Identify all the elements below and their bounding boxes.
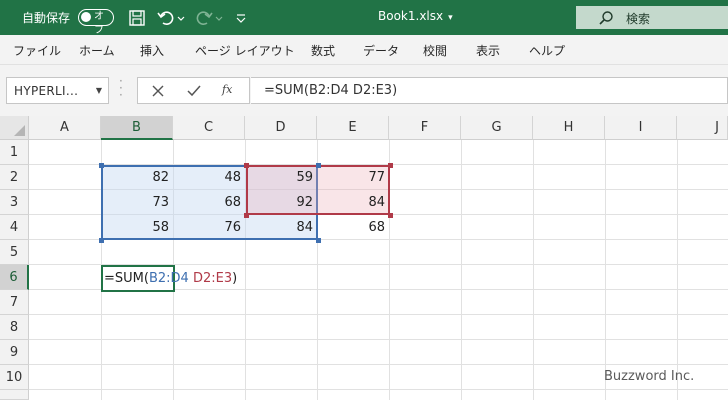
undo-icon[interactable] xyxy=(156,8,176,28)
worksheet-grid[interactable]: 82 48 59 77 73 68 92 84 58 76 84 68 =SUM… xyxy=(29,140,728,400)
redo-icon xyxy=(196,11,213,25)
cell-c3[interactable]: 68 xyxy=(173,190,245,215)
undo-dropdown-icon[interactable] xyxy=(176,8,186,28)
row-header-1[interactable]: 1 xyxy=(0,140,29,165)
cell-e2[interactable]: 77 xyxy=(317,165,389,190)
cancel-icon[interactable] xyxy=(150,83,166,99)
row-header-6[interactable]: 6 xyxy=(0,265,29,290)
formula-function-text: =SUM( xyxy=(104,271,149,286)
tab-formulas[interactable]: 数式 xyxy=(311,42,335,59)
grid-line xyxy=(533,140,534,400)
cell-e4[interactable]: 68 xyxy=(317,215,389,240)
formula-bar-area: HYPERLI... ▼ · · · fx =SUM(B2:D4 D2:E3) xyxy=(0,65,728,116)
grid-line xyxy=(29,314,728,315)
tab-data[interactable]: データ xyxy=(363,42,399,59)
column-header-b[interactable]: B xyxy=(101,116,173,140)
column-header-g[interactable]: G xyxy=(461,116,533,140)
select-all-icon xyxy=(14,125,25,136)
column-header-e[interactable]: E xyxy=(317,116,389,140)
tab-view[interactable]: 表示 xyxy=(476,42,500,59)
row-header-3[interactable]: 3 xyxy=(0,190,29,215)
column-header-a[interactable]: A xyxy=(29,116,101,140)
formula-buttons: fx xyxy=(137,77,250,104)
cell-d3[interactable]: 92 xyxy=(245,190,317,215)
row-header-5[interactable]: 5 xyxy=(0,240,29,265)
tab-review[interactable]: 校閲 xyxy=(423,42,447,59)
cell-c2[interactable]: 48 xyxy=(173,165,245,190)
grid-line xyxy=(605,140,606,400)
tab-file[interactable]: ファイル xyxy=(13,42,61,59)
row-header-2[interactable]: 2 xyxy=(0,165,29,190)
row-header-11[interactable] xyxy=(0,390,29,400)
title-bar: 自動保存 オフ Book1.xlsx ▾ 検索 xyxy=(0,0,728,36)
column-header-d[interactable]: D xyxy=(245,116,317,140)
select-all-button[interactable] xyxy=(0,116,29,140)
grid-line xyxy=(29,364,728,365)
customize-qat-icon[interactable] xyxy=(234,8,248,28)
enter-check-icon[interactable] xyxy=(186,83,202,99)
column-header-i[interactable]: I xyxy=(605,116,677,140)
row-header-8[interactable]: 8 xyxy=(0,315,29,340)
column-header-h[interactable]: H xyxy=(533,116,605,140)
cell-e3[interactable]: 84 xyxy=(317,190,389,215)
row-header-7[interactable]: 7 xyxy=(0,290,29,315)
row-header-9[interactable]: 9 xyxy=(0,340,29,365)
active-cell-formula[interactable]: =SUM(B2:D4 D2:E3) xyxy=(104,266,237,291)
redo-dropdown-icon xyxy=(215,16,223,21)
name-box-dropdown-icon[interactable]: ▼ xyxy=(96,86,102,95)
formula-bar-grip-icon[interactable]: · · · xyxy=(119,75,123,101)
column-header-f[interactable]: F xyxy=(389,116,461,140)
autosave-label: 自動保存 xyxy=(22,11,71,25)
tab-help[interactable]: ヘルプ xyxy=(529,42,565,59)
name-box[interactable]: HYPERLI... ▼ xyxy=(6,77,109,104)
toggle-state-label: オフ xyxy=(94,11,104,36)
grid-line xyxy=(461,140,462,400)
row-header-10[interactable]: 10 xyxy=(0,365,29,390)
document-title[interactable]: Book1.xlsx ▾ xyxy=(378,9,453,23)
formula-close-paren: ) xyxy=(232,271,238,286)
tab-page-layout[interactable]: ページ レイアウト xyxy=(195,42,295,59)
toggle-knob xyxy=(81,12,91,22)
cell-b2[interactable]: 82 xyxy=(101,165,173,190)
cell-b4[interactable]: 58 xyxy=(101,215,173,240)
formula-ref-b2-d4: B2:D4 xyxy=(148,271,189,286)
grid-line xyxy=(677,140,678,400)
watermark: Buzzword Inc. xyxy=(604,369,695,384)
title-dropdown-icon: ▾ xyxy=(448,13,453,23)
grid-line xyxy=(29,389,728,390)
insert-function-icon[interactable]: fx xyxy=(222,83,232,96)
column-header-c[interactable]: C xyxy=(173,116,245,140)
ribbon-tabs: ファイル ホーム 挿入 ページ レイアウト 数式 データ 校閲 表示 ヘルプ xyxy=(0,35,728,65)
search-box[interactable]: 検索 xyxy=(576,6,728,29)
search-label: 検索 xyxy=(626,12,651,26)
formula-input[interactable]: =SUM(B2:D4 D2:E3) xyxy=(251,77,728,104)
name-box-value: HYPERLI... xyxy=(14,84,79,98)
column-header-j[interactable]: J xyxy=(677,116,728,140)
formula-text: =SUM(B2:D4 D2:E3) xyxy=(264,83,398,98)
save-icon[interactable] xyxy=(127,8,147,28)
tab-home[interactable]: ホーム xyxy=(79,42,115,59)
tab-insert[interactable]: 挿入 xyxy=(140,42,164,59)
search-icon xyxy=(599,11,613,25)
grid-line xyxy=(29,339,728,340)
cell-d2[interactable]: 59 xyxy=(245,165,317,190)
cell-b3[interactable]: 73 xyxy=(101,190,173,215)
autosave-toggle[interactable]: オフ xyxy=(78,9,114,36)
formula-ref-d2-e3: D2:E3 xyxy=(192,271,233,286)
cell-d4[interactable]: 84 xyxy=(245,215,317,240)
cell-c4[interactable]: 76 xyxy=(173,215,245,240)
row-header-4[interactable]: 4 xyxy=(0,215,29,240)
